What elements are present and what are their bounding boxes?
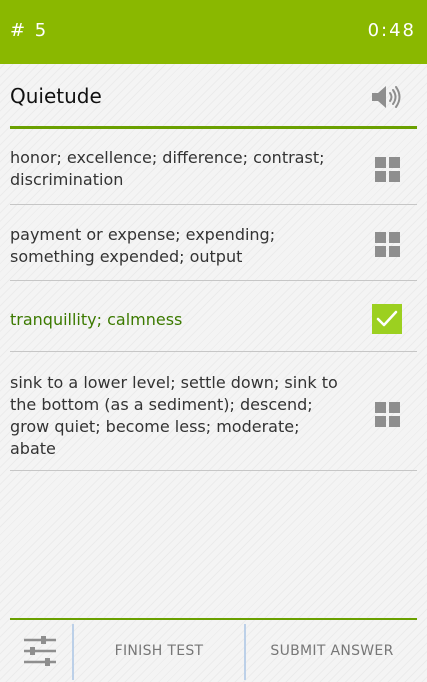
grid-icon [375, 402, 400, 427]
top-bar: # 5 0:48 [0, 0, 427, 64]
answer-option-text: tranquillity; calmness [10, 310, 183, 329]
submit-answer-button[interactable]: SUBMIT ANSWER [246, 620, 418, 682]
question-word-row: Quietude [10, 64, 417, 126]
finish-test-button[interactable]: FINISH TEST [74, 620, 244, 682]
answer-option-text: sink to a lower level; settle down; sink… [10, 373, 338, 458]
speaker-icon[interactable] [369, 82, 405, 112]
question-word: Quietude [10, 84, 102, 108]
question-number: # 5 [10, 20, 49, 41]
bottom-bar: FINISH TEST SUBMIT ANSWER [0, 620, 427, 682]
answer-option-text: payment or expense; expending; something… [10, 225, 276, 266]
checkmark-icon [372, 304, 402, 334]
answer-option-text: honor; excellence; difference; contrast;… [10, 148, 325, 189]
grid-icon [375, 157, 400, 182]
grid-icon [375, 232, 400, 257]
answer-option-1[interactable]: honor; excellence; difference; contrast;… [10, 129, 417, 205]
answer-option-2[interactable]: payment or expense; expending; something… [10, 205, 417, 281]
answer-option-4[interactable]: sink to a lower level; settle down; sink… [10, 352, 417, 471]
timer: 0:48 [367, 20, 416, 41]
sliders-icon [24, 636, 56, 666]
answer-option-3[interactable]: tranquillity; calmness [10, 281, 417, 352]
settings-button[interactable] [0, 620, 72, 682]
